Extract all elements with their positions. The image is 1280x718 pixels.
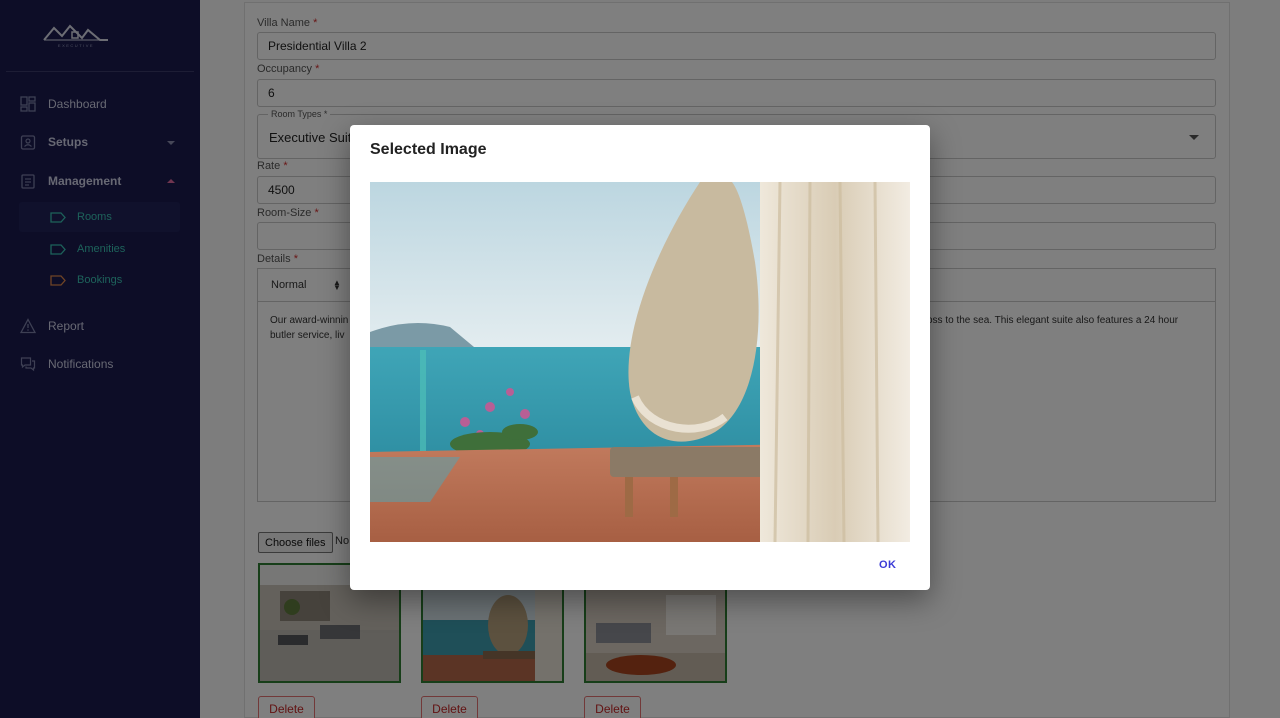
ok-button[interactable]: OK [879,559,897,571]
dialog-image [370,182,910,542]
selected-image-dialog: Selected Image OK [350,125,930,590]
dialog-title: Selected Image [370,141,487,158]
balcony-photo [370,182,910,542]
